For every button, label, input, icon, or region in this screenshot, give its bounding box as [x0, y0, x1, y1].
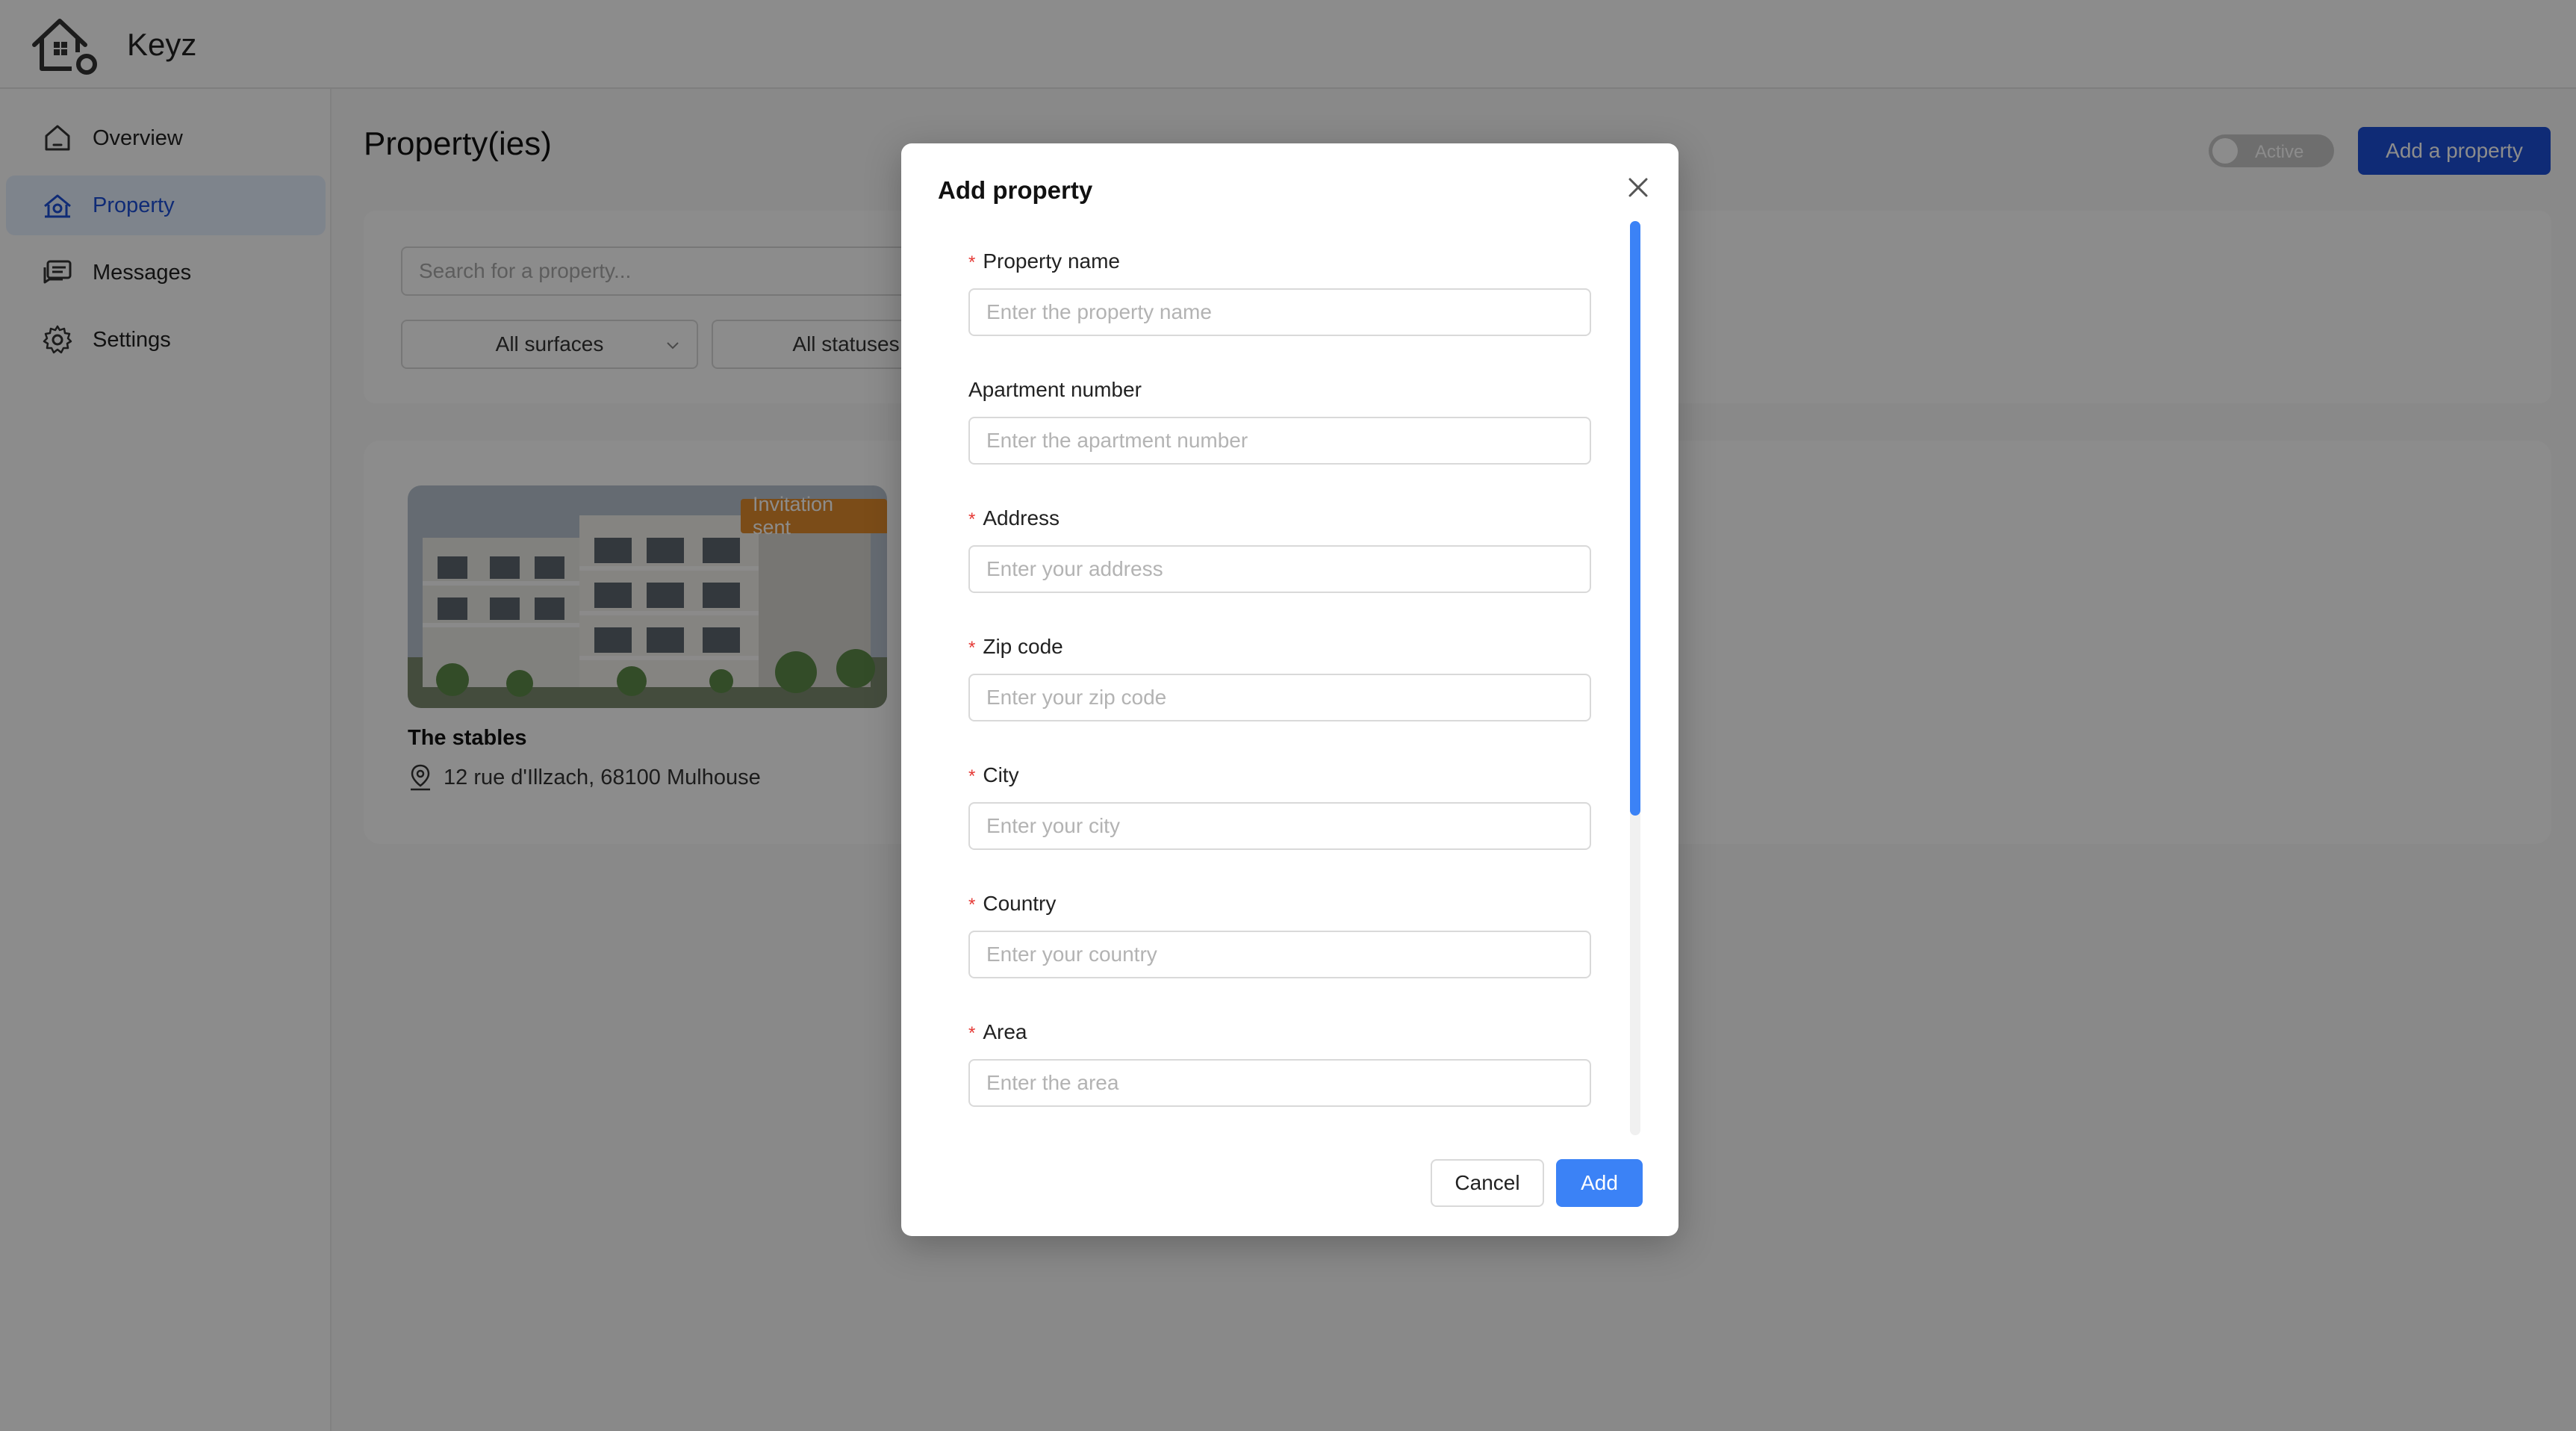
field-label-zip-code: * Zip code [968, 635, 1063, 658]
required-marker: * [968, 766, 976, 786]
required-marker: * [968, 638, 976, 658]
modal-title: Add property [938, 176, 1093, 204]
required-marker: * [968, 252, 976, 273]
field-label-area: * Area [968, 1020, 1027, 1043]
add-button[interactable]: Add [1556, 1159, 1643, 1207]
field-label-country: * Country [968, 892, 1057, 915]
property-name-input[interactable]: Enter the property name [968, 288, 1591, 336]
scrollbar-thumb[interactable] [1630, 221, 1640, 816]
required-marker: * [968, 1023, 976, 1043]
city-input[interactable]: Enter your city [968, 802, 1591, 850]
field-label-address: * Address [968, 506, 1060, 530]
cancel-button[interactable]: Cancel [1431, 1159, 1544, 1207]
required-marker: * [968, 895, 976, 915]
close-button[interactable] [1621, 170, 1655, 205]
close-icon [1628, 178, 1648, 197]
field-label-apartment-number: Apartment number [968, 378, 1142, 401]
field-label-city: * City [968, 763, 1019, 786]
zip-code-input[interactable]: Enter your zip code [968, 674, 1591, 721]
address-input[interactable]: Enter your address [968, 545, 1591, 593]
country-input[interactable]: Enter your country [968, 931, 1591, 978]
apartment-number-input[interactable]: Enter the apartment number [968, 417, 1591, 465]
required-marker: * [968, 509, 976, 530]
field-label-property-name: * Property name [968, 249, 1120, 273]
area-input[interactable]: Enter the area [968, 1059, 1591, 1107]
form-scroll-area[interactable]: * Property name Enter the property name A… [901, 218, 1679, 1114]
add-property-modal: Add property * Property name Enter the pr… [901, 143, 1679, 1236]
scrollbar-track[interactable] [1630, 221, 1640, 1135]
